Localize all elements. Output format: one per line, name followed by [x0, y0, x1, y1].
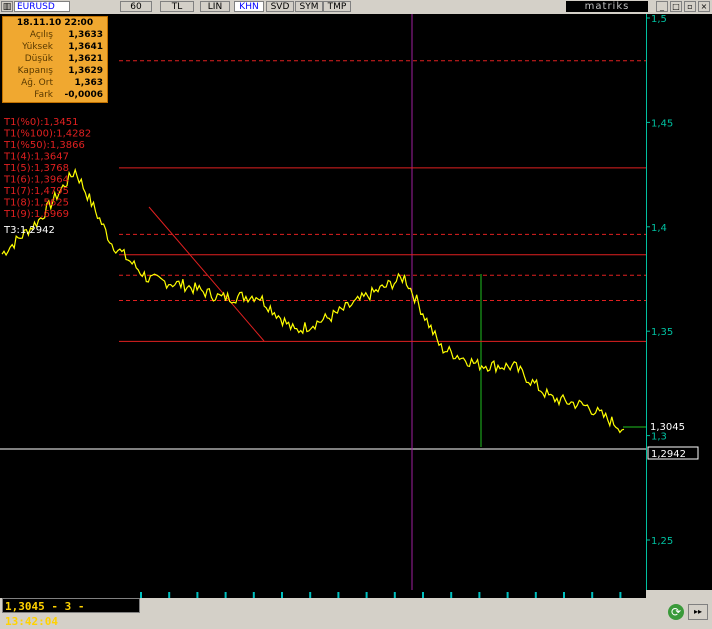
ohlc-info-box: 18.11.10 22:00 Açılış 1,3633 Yüksek 1,3641…	[2, 16, 108, 103]
period-button[interactable]: 60	[120, 1, 152, 12]
y-tick-label: 1,5	[651, 14, 667, 25]
y-tick-label: 1,25	[651, 536, 673, 547]
khn-button[interactable]: KHN	[234, 1, 264, 12]
fib-label: T1(6):1,3964	[3, 175, 69, 186]
info-row-close: Kapanış 1,3629	[5, 65, 105, 77]
scale-button[interactable]: LIN	[200, 1, 230, 12]
y-tick-label: 1,45	[651, 118, 673, 129]
fib-label: T1(%100):1,4282	[3, 129, 91, 140]
info-label: Düşük	[24, 54, 53, 64]
fib-label: T1(9):1,6969	[3, 209, 69, 220]
info-value: 1,3633	[68, 30, 103, 40]
last-price-label: 1,3045	[650, 422, 685, 433]
info-label: Yüksek	[22, 42, 53, 52]
price-time-readout: 1,3045 - 3 - 13:42:04	[2, 598, 140, 628]
info-row-low: Düşük 1,3621	[5, 53, 105, 65]
y-tick-label: 1,3	[651, 432, 667, 443]
lower-price-label: 1,2942	[651, 449, 686, 460]
info-row-avg: Ağ. Ort 1,363	[5, 77, 105, 89]
fib-label: T1(%0):1,3451	[3, 117, 79, 128]
info-value: -0,0006	[64, 90, 103, 100]
fib-label: T1(5):1,3768	[3, 163, 69, 174]
info-value: 1,363	[74, 78, 103, 88]
tmp-button[interactable]: TMP	[323, 1, 351, 12]
lower-panel-bg	[0, 450, 646, 590]
x-axis-bg	[0, 590, 646, 598]
status-bar: 1,3045 - 3 - 13:42:04 ⟳ ▸▸	[0, 598, 712, 628]
scroll-right-icon[interactable]: ▸▸	[688, 604, 708, 620]
t3-label: T3:1,2942	[3, 225, 55, 236]
fib-label: T1(8):1,5625	[3, 198, 69, 209]
brand-logo: matriks	[566, 1, 648, 12]
info-value: 1,3629	[68, 66, 103, 76]
y-tick-label: 1,35	[651, 327, 673, 338]
info-label: Fark	[34, 90, 53, 100]
info-label: Kapanış	[17, 66, 53, 76]
info-row-open: Açılış 1,3633	[5, 29, 105, 41]
fib-label: T1(%50):1,3866	[3, 140, 85, 151]
info-row-high: Yüksek 1,3641	[5, 41, 105, 53]
fib-label: T1(7):1,4795	[3, 186, 69, 197]
chart-type-icon[interactable]: ▥	[1, 1, 13, 12]
fib-label: T1(4):1,3647	[3, 152, 69, 163]
svd-button[interactable]: SVD	[266, 1, 294, 12]
info-date: 18.11.10 22:00	[16, 18, 94, 28]
info-row-diff: Fark -0,0006	[5, 89, 105, 101]
refresh-icon[interactable]: ⟳	[668, 604, 684, 620]
info-value: 1,3641	[68, 42, 103, 52]
symbol-field[interactable]: EURUSD	[14, 1, 70, 12]
maximize-icon[interactable]: □	[670, 1, 682, 12]
currency-button[interactable]: TL	[160, 1, 194, 12]
restore-icon[interactable]: ▫	[684, 1, 696, 12]
y-tick-label: 1,4	[651, 223, 667, 234]
sym-button[interactable]: SYM	[295, 1, 323, 12]
info-label: Açılış	[29, 30, 53, 40]
info-value: 1,3621	[68, 54, 103, 64]
minimize-icon[interactable]: _	[656, 1, 668, 12]
close-icon[interactable]: ×	[698, 1, 710, 12]
info-label: Ağ. Ort	[21, 78, 53, 88]
lower-axis-bg	[646, 450, 712, 590]
chart-toolbar: ▥ EURUSD 60 TL LIN KHN SVD SYM TMP matri…	[0, 0, 712, 15]
